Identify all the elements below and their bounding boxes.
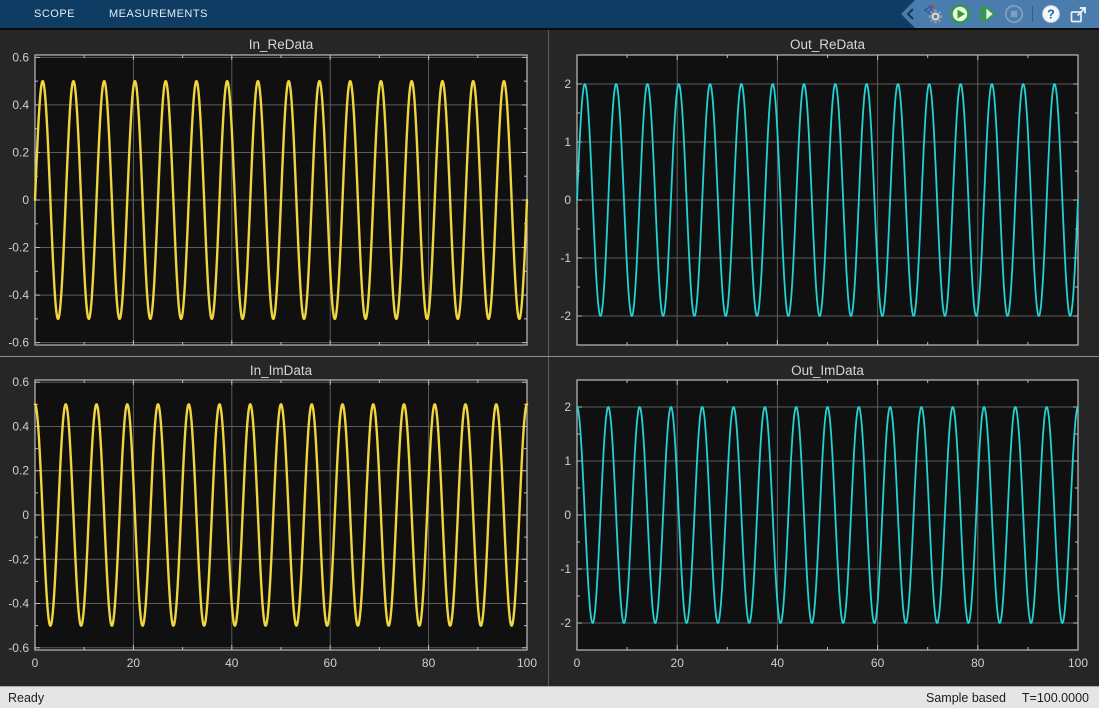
svg-text:-1: -1 — [560, 251, 571, 265]
step-forward-button[interactable] — [976, 3, 998, 25]
svg-text:80: 80 — [971, 656, 985, 670]
plot-axes-out-imdata[interactable]: -2-1012020406080100 — [548, 356, 1099, 686]
svg-text:0: 0 — [564, 508, 571, 522]
undock-icon — [1069, 5, 1088, 24]
help-icon: ? — [1041, 4, 1061, 24]
svg-text:-2: -2 — [560, 309, 571, 323]
plot-canvas: In_ReData -0.6-0.4-0.200.20.40.6 Out_ReD… — [0, 30, 1099, 686]
undock-button[interactable] — [1067, 3, 1089, 25]
svg-text:40: 40 — [771, 656, 785, 670]
svg-text:-0.6: -0.6 — [8, 641, 29, 655]
svg-text:40: 40 — [225, 656, 239, 670]
plot-axes-in-imdata[interactable]: -0.6 -0.4 -0.2 0 0.2 0.4 0.6 0 20 40 60 80 100 — [0, 356, 548, 686]
svg-text:60: 60 — [871, 656, 885, 670]
toolstrip: SCOPE MEASUREMENTS — [0, 0, 1099, 30]
svg-text:-0.2: -0.2 — [8, 241, 29, 255]
svg-text:2: 2 — [564, 400, 571, 414]
svg-text:0.4: 0.4 — [12, 98, 29, 112]
svg-text:0.2: 0.2 — [12, 145, 29, 159]
svg-text:-0.4: -0.4 — [8, 597, 29, 611]
svg-text:-0.4: -0.4 — [8, 288, 29, 302]
toolbar-quick-access: ? — [901, 0, 1099, 28]
status-text: Ready — [8, 691, 44, 705]
svg-text:-1: -1 — [560, 562, 571, 576]
run-icon — [950, 4, 970, 24]
display-in-imdata: In_ImData -0.6-0.4-0.200.20.40.602040608… — [0, 356, 548, 686]
svg-text:20: 20 — [127, 656, 141, 670]
svg-text:1: 1 — [564, 135, 571, 149]
svg-text:0: 0 — [22, 508, 29, 522]
simulation-settings-gear-icon — [923, 4, 944, 25]
plot-axes-in-redata[interactable]: -0.6 -0.4 -0.2 0 0.2 0.4 0.6 — [0, 30, 548, 356]
status-sim-time: T=100.0000 — [1022, 691, 1089, 705]
svg-text:0.4: 0.4 — [12, 419, 29, 433]
toolstrip-tabs: SCOPE MEASUREMENTS — [0, 0, 225, 28]
toolbar-separator — [1032, 6, 1033, 22]
svg-text:0: 0 — [574, 656, 581, 670]
tab-measurements[interactable]: MEASUREMENTS — [92, 0, 225, 28]
svg-text:0: 0 — [22, 193, 29, 207]
status-bar: Ready Sample based T=100.0000 — [0, 686, 1099, 708]
svg-text:0.6: 0.6 — [12, 375, 29, 389]
collapse-toolbar-icon[interactable] — [905, 7, 915, 21]
svg-text:80: 80 — [422, 656, 436, 670]
quadrant-divider-horizontal — [0, 356, 1099, 357]
svg-text:60: 60 — [324, 656, 338, 670]
svg-text:0.6: 0.6 — [12, 50, 29, 64]
stop-button[interactable] — [1003, 3, 1025, 25]
quadrant-divider-vertical — [548, 30, 549, 686]
display-out-redata: Out_ReData -2-1012 — [548, 30, 1099, 356]
display-in-redata: In_ReData -0.6-0.4-0.200.20.40.6 — [0, 30, 548, 356]
plot-axes-out-redata[interactable]: -2 -1 0 1 2 — [548, 30, 1099, 356]
status-sample-mode: Sample based — [926, 691, 1006, 705]
svg-text:0: 0 — [32, 656, 39, 670]
svg-text:100: 100 — [1068, 656, 1088, 670]
svg-text:2: 2 — [564, 77, 571, 91]
svg-text:1: 1 — [564, 454, 571, 468]
simulation-settings-button[interactable] — [922, 3, 944, 25]
tab-scope[interactable]: SCOPE — [17, 0, 92, 28]
svg-text:?: ? — [1047, 7, 1055, 21]
run-button[interactable] — [949, 3, 971, 25]
svg-text:100: 100 — [517, 656, 537, 670]
svg-text:-2: -2 — [560, 616, 571, 630]
display-out-imdata: Out_ImData -2-1012020406080100 — [548, 356, 1099, 686]
help-button[interactable]: ? — [1040, 3, 1062, 25]
svg-text:0.2: 0.2 — [12, 464, 29, 478]
svg-text:-0.2: -0.2 — [8, 552, 29, 566]
svg-text:20: 20 — [671, 656, 685, 670]
stop-icon — [1004, 4, 1024, 24]
svg-text:0: 0 — [564, 193, 571, 207]
step-forward-icon — [977, 4, 997, 24]
svg-text:-0.6: -0.6 — [8, 336, 29, 350]
